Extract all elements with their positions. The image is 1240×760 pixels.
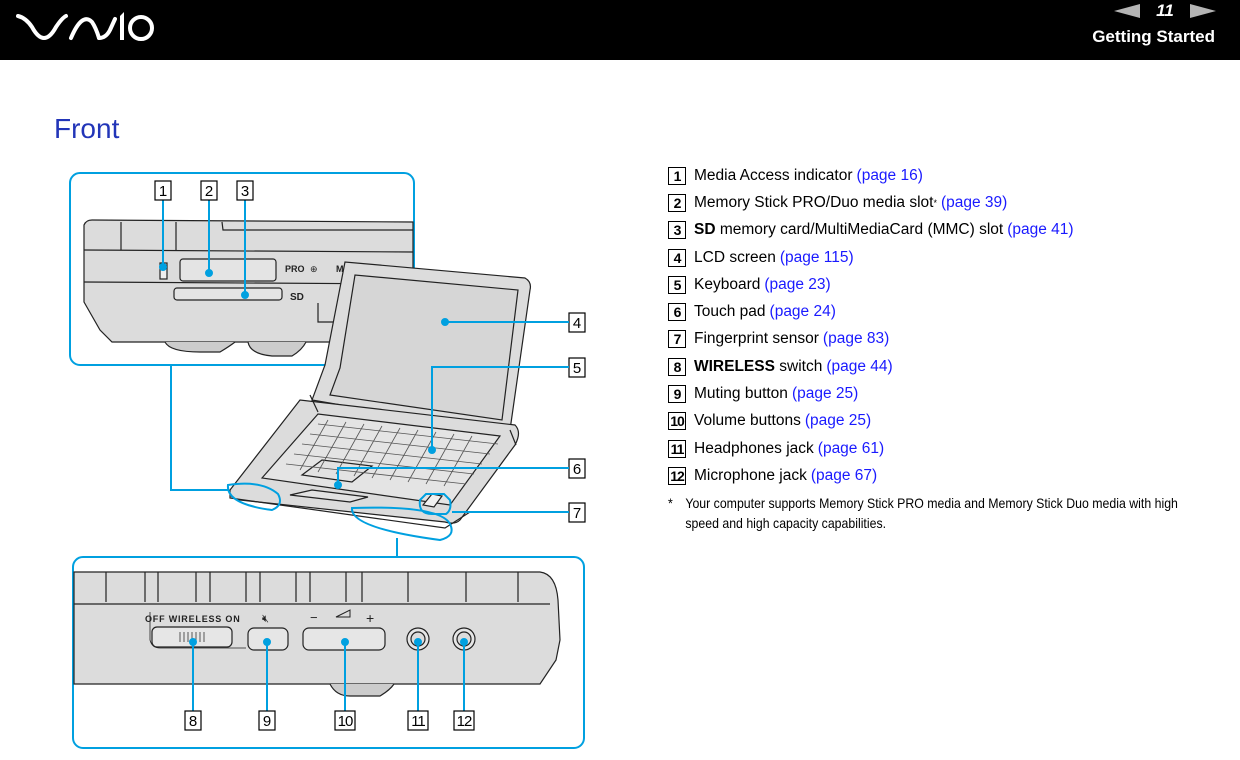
volume-plus-label: + [366, 610, 374, 626]
list-item: 8 WIRELESS switch (page 44) [668, 353, 1208, 380]
item-label: Keyboard [694, 275, 761, 293]
page-navigation: 11 [1114, 1, 1216, 21]
item-label: LCD screen [694, 248, 776, 266]
callout-6: 6 [573, 461, 581, 478]
item-label: Volume buttons [694, 412, 801, 430]
callout-12: 12 [457, 713, 472, 730]
wireless-switch-label: OFF WIRELESS ON [145, 614, 241, 624]
footnote: * Your computer supports Memory Stick PRO… [668, 493, 1214, 533]
list-item: 7 Fingerprint sensor (page 83) [668, 326, 1208, 353]
page-header: 11 Getting Started [0, 0, 1240, 60]
callout-4: 4 [573, 315, 581, 332]
item-label: Headphones jack [694, 439, 814, 457]
callout-9: 9 [263, 713, 271, 730]
item-label: Fingerprint sensor [694, 330, 819, 348]
item-number-badge: 11 [668, 439, 686, 458]
item-number-badge: 12 [668, 466, 686, 485]
page-link[interactable]: (page 67) [811, 467, 877, 485]
list-item: 1 Media Access indicator (page 16) [668, 162, 1208, 189]
item-number-badge: 1 [668, 166, 686, 185]
memory-stick-logo-icon: ⊕ [310, 264, 318, 274]
list-item: 10 Volume buttons (page 25) [668, 408, 1208, 435]
list-item: 5 Keyboard (page 23) [668, 271, 1208, 298]
item-number-badge: 8 [668, 357, 686, 376]
item-bold-label: WIRELESS [694, 357, 775, 375]
item-number-badge: 10 [668, 412, 686, 431]
item-number-badge: 3 [668, 221, 686, 240]
callout-11: 11 [411, 713, 425, 730]
volume-minus-label: − [310, 610, 318, 625]
callout-1: 1 [159, 183, 167, 200]
list-item: 11 Headphones jack (page 61) [668, 435, 1208, 462]
item-number-badge: 5 [668, 275, 686, 294]
callout-8: 8 [189, 713, 197, 730]
vaio-logo [16, 12, 154, 41]
pro-label: PRO [285, 264, 305, 274]
callout-3: 3 [241, 183, 249, 200]
mute-icon: 🔇︎ [262, 613, 269, 625]
list-item: 6 Touch pad (page 24) [668, 298, 1208, 325]
callout-2: 2 [205, 183, 213, 200]
page-link[interactable]: (page 25) [805, 412, 871, 430]
list-item: 2 Memory Stick PRO/Duo media slot * (page 3… [668, 189, 1208, 216]
item-label: switch [774, 357, 823, 375]
list-item: 4 LCD screen (page 115) [668, 244, 1208, 271]
item-label: memory card/MultiMediaCard (MMC) slot [715, 221, 1004, 239]
item-label: Media Access indicator [694, 166, 853, 184]
footnote-mark: * [668, 494, 673, 511]
laptop-illustration: PRO ⊕ MAGICGATE SD 1 2 3 [69, 172, 586, 749]
previous-page-arrow-icon[interactable] [1114, 4, 1140, 18]
item-number-badge: 6 [668, 303, 686, 322]
page-link[interactable]: (page 115) [780, 249, 854, 267]
item-number-badge: 2 [668, 193, 686, 212]
side-edge-drawing [73, 571, 561, 697]
section-title: Getting Started [1092, 27, 1215, 46]
item-number-badge: 9 [668, 385, 686, 404]
callout-line-front [170, 365, 228, 491]
item-bold-label: SD [694, 221, 716, 239]
list-item: 9 Muting button (page 25) [668, 380, 1208, 407]
page-link[interactable]: (page 44) [826, 358, 892, 376]
item-label: Memory Stick PRO/Duo media slot [694, 193, 934, 211]
callout-7: 7 [573, 505, 581, 522]
footnote-marker: * [933, 197, 937, 208]
item-label: Touch pad [694, 303, 766, 321]
page-link[interactable]: (page 39) [941, 194, 1007, 212]
page-title: Front [54, 113, 120, 144]
footnote-text: Your computer supports Memory Stick PRO … [685, 494, 1178, 531]
page-link[interactable]: (page 24) [770, 303, 836, 321]
page-link[interactable]: (page 25) [792, 385, 858, 403]
item-label: Microphone jack [694, 466, 807, 484]
callout-10: 10 [338, 713, 353, 730]
component-list: 1 Media Access indicator (page 16) 2 Memory … [668, 162, 1208, 533]
sd-label: SD [290, 292, 304, 303]
page-link[interactable]: (page 41) [1007, 221, 1073, 239]
page-number: 11 [1156, 1, 1174, 20]
callout-5: 5 [573, 360, 581, 377]
item-number-badge: 7 [668, 330, 686, 349]
page-link[interactable]: (page 16) [857, 167, 923, 185]
next-page-arrow-icon[interactable] [1190, 4, 1216, 18]
list-item: 12 Microphone jack (page 67) [668, 462, 1208, 489]
page-link[interactable]: (page 61) [818, 440, 884, 458]
callout-numbers-bottom: 8 9 10 11 12 [184, 710, 475, 731]
item-label: Muting button [694, 385, 788, 403]
page-link[interactable]: (page 83) [823, 330, 889, 348]
list-item: 3 SD memory card/MultiMediaCard (MMC) slo… [668, 217, 1208, 244]
page-link[interactable]: (page 23) [764, 276, 830, 294]
item-number-badge: 4 [668, 248, 686, 267]
